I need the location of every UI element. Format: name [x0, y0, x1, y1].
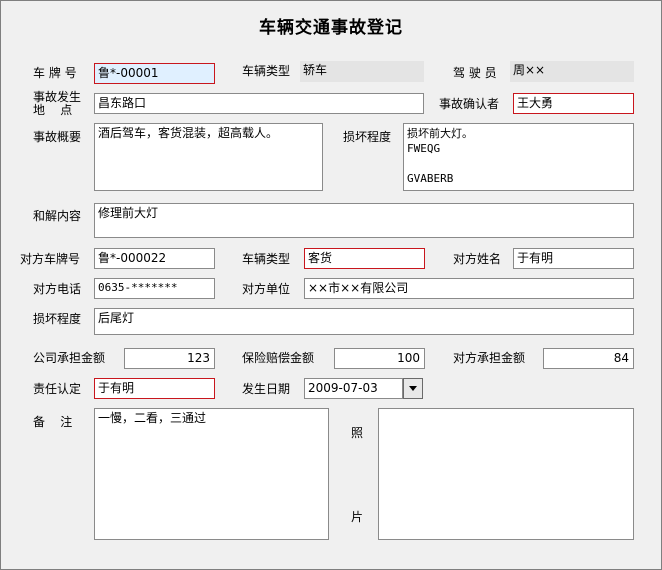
other-plate-input[interactable]: 鲁*-000022 — [94, 248, 215, 269]
settlement-label: 和解内容 — [33, 209, 82, 223]
other-unit-label: 对方单位 — [242, 282, 291, 296]
plate-input[interactable]: 鲁*-00001 — [94, 63, 215, 84]
remark-label: 备 注 — [33, 415, 73, 429]
settlement-textarea[interactable]: 修理前大灯 — [94, 203, 634, 238]
other-phone-label: 对方电话 — [33, 282, 82, 296]
company-amount-label: 公司承担金额 — [33, 351, 106, 365]
other-damage-textarea[interactable]: 后尾灯 — [94, 308, 634, 335]
driver-value: 周×× — [510, 61, 634, 82]
other-vehicle-type-input[interactable]: 客货 — [304, 248, 425, 269]
insurance-amount-input[interactable]: 100 — [334, 348, 425, 369]
damage-textarea[interactable]: 损坏前大灯。 FWEQG GVABERB — [403, 123, 634, 191]
other-vehicle-type-label: 车辆类型 — [242, 252, 291, 266]
accident-registration-form: 车辆交通事故登记 车 牌 号 鲁*-00001 车辆类型 轿车 驾 驶 员 周×… — [0, 0, 662, 570]
confirmer-input[interactable]: 王大勇 — [513, 93, 634, 114]
responsibility-input[interactable]: 于有明 — [94, 378, 215, 399]
date-label: 发生日期 — [242, 382, 291, 396]
page-title: 车辆交通事故登记 — [259, 18, 403, 38]
vehicle-type-label: 车辆类型 — [242, 64, 291, 78]
other-phone-input[interactable]: 0635-******* — [94, 278, 215, 299]
photo-label-bottom: 片 — [351, 510, 364, 524]
date-input[interactable]: 2009-07-03 — [304, 378, 403, 399]
insurance-amount-label: 保险赔偿金额 — [242, 351, 315, 365]
date-dropdown-button[interactable] — [403, 378, 423, 399]
chevron-down-icon — [409, 386, 417, 391]
remark-textarea[interactable]: 一慢，二看，三通过 — [94, 408, 329, 540]
driver-label: 驾 驶 员 — [453, 66, 497, 80]
other-plate-label: 对方车牌号 — [20, 252, 81, 266]
company-amount-input[interactable]: 123 — [124, 348, 215, 369]
summary-textarea[interactable]: 酒后驾车，客货混装，超高载人。 — [94, 123, 323, 191]
other-name-label: 对方姓名 — [453, 252, 502, 266]
plate-label: 车 牌 号 — [33, 66, 77, 80]
responsibility-label: 责任认定 — [33, 382, 82, 396]
photo-box[interactable] — [378, 408, 634, 540]
vehicle-type-value: 轿车 — [300, 61, 424, 82]
confirmer-label: 事故确认者 — [439, 97, 500, 111]
other-damage-label: 损坏程度 — [33, 312, 82, 326]
other-unit-input[interactable]: ××市××有限公司 — [304, 278, 634, 299]
summary-label: 事故概要 — [33, 130, 82, 144]
other-name-input[interactable]: 于有明 — [513, 248, 634, 269]
damage-label: 损坏程度 — [343, 130, 392, 144]
location-label-line2: 地 点 — [33, 103, 73, 117]
location-input[interactable]: 昌东路口 — [94, 93, 424, 114]
photo-label-top: 照 — [351, 426, 364, 440]
other-amount-label: 对方承担金额 — [453, 351, 526, 365]
other-amount-input[interactable]: 84 — [543, 348, 634, 369]
